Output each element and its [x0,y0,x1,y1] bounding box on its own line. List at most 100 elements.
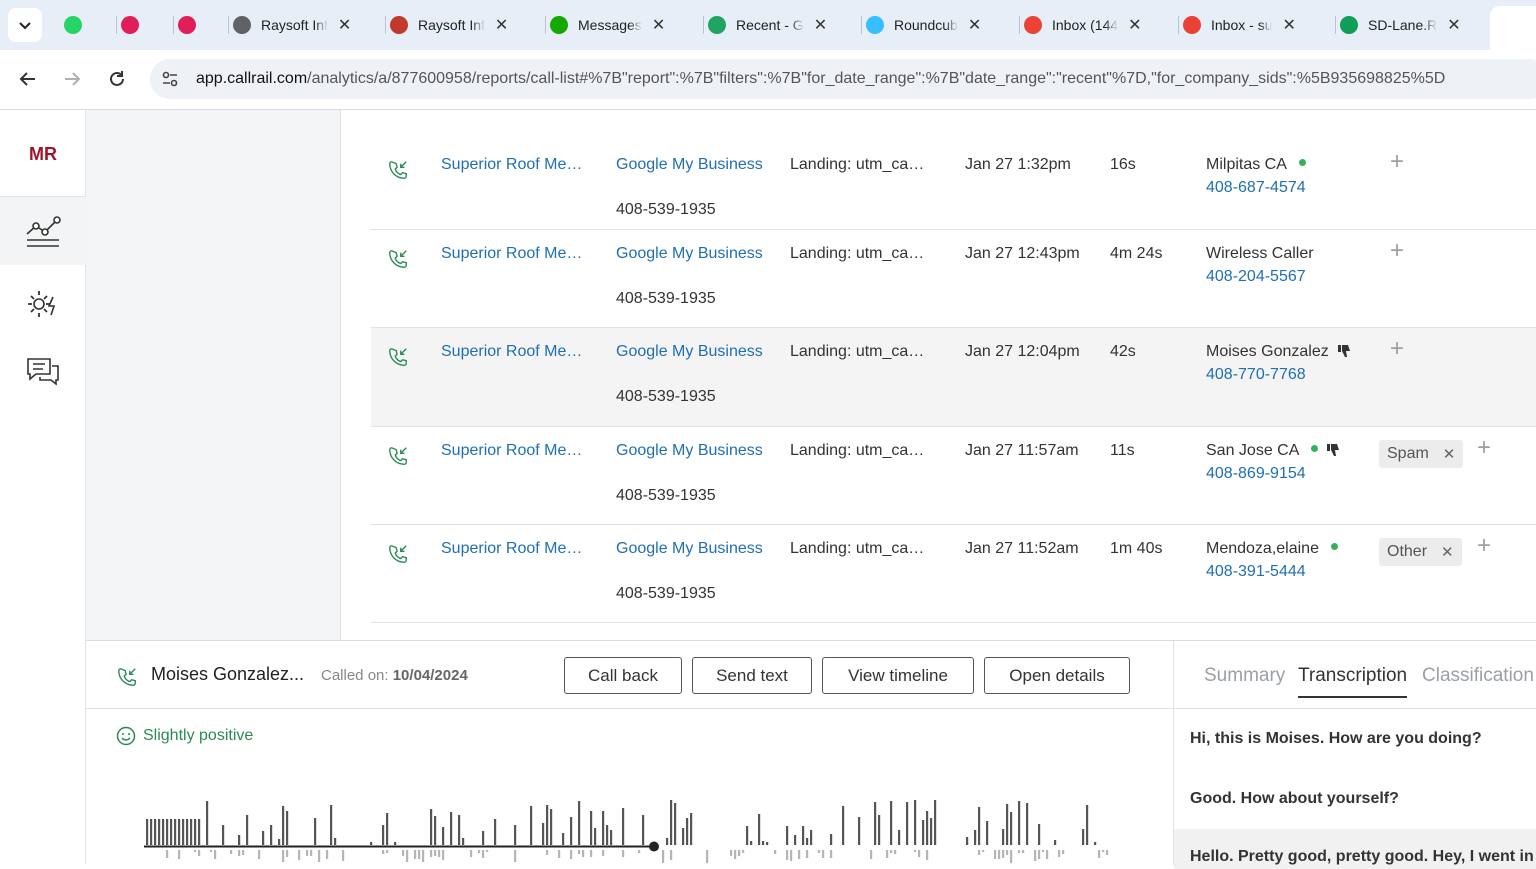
playhead-handle[interactable] [649,841,659,852]
browser-tab[interactable]: Inbox - su ✕ [1183,8,1296,42]
raysoft-icon [390,16,408,34]
browser-tab[interactable]: Recent - G ✕ [708,8,827,42]
add-tag-button[interactable]: + [1477,434,1491,462]
tab-separator [545,16,546,34]
google-sheets-icon [1340,16,1358,34]
account-initials[interactable]: MR [0,144,86,165]
nav-conversations[interactable] [0,338,86,406]
waveform-bar [758,814,761,845]
close-tab-icon[interactable]: ✕ [495,15,508,35]
call-tag[interactable]: Spam ✕ [1379,440,1464,468]
reload-button[interactable] [102,64,132,94]
remove-tag-icon[interactable]: ✕ [1441,543,1454,561]
caller-name: Moises Gonzalez [1206,343,1329,360]
source-link[interactable]: Google My Business [616,343,763,361]
browser-tab[interactable]: Raysoft Inf ✕ [390,8,508,42]
view-timeline-button[interactable]: View timeline [822,657,974,694]
tab-separator [861,16,862,34]
waveform-bar [890,850,893,853]
caller-phone-link[interactable]: 408-770-7768 [1206,366,1306,384]
browser-tab[interactable] [64,8,92,42]
browser-tab[interactable]: Raysoft Inf ✕ [233,8,351,42]
add-tag-button[interactable]: + [1477,532,1491,560]
waveform-bar [590,811,593,845]
nav-settings[interactable] [0,270,86,338]
site-info-icon[interactable] [160,69,180,89]
close-tab-icon[interactable]: ✕ [968,15,981,35]
forward-button[interactable] [57,64,87,94]
source-link[interactable]: Google My Business [616,156,763,174]
close-tab-icon[interactable]: ✕ [814,15,827,35]
back-button[interactable] [13,64,43,94]
browser-tab[interactable] [178,8,206,42]
table-row[interactable]: Superior Roof Me… Google My Business 408-5… [371,230,1536,328]
waveform-bar [422,850,425,862]
browser-tab[interactable] [121,8,149,42]
nav-analytics[interactable] [0,197,86,265]
waveform-bar [282,806,285,845]
address-bar[interactable]: app.callrail.com/analytics/a/877600958/r… [150,59,1536,99]
open-details-button[interactable]: Open details [984,657,1130,694]
table-row[interactable]: Superior Roof Me… Google My Business 408-5… [371,525,1536,623]
table-row[interactable]: Superior Roof Me… Google My Business 408-5… [371,427,1536,525]
waveform-bar [570,850,573,859]
close-tab-icon[interactable]: ✕ [1128,15,1141,35]
caller-phone-link[interactable]: 408-391-5444 [1206,563,1306,581]
caller-phone-link[interactable]: 408-687-4574 [1206,179,1306,197]
company-link[interactable]: Superior Roof Me… [441,540,582,558]
source-link[interactable]: Google My Business [616,245,763,263]
waveform-bar [578,801,581,845]
call-tag[interactable]: Other ✕ [1379,538,1462,566]
waveform-bar [382,825,385,845]
filter-panel [86,110,341,640]
call-audio-waveform[interactable] [144,781,1114,865]
close-tab-icon[interactable]: ✕ [652,15,665,35]
waveform-bar [810,830,813,845]
browser-tab[interactable]: Inbox (144 ✕ [1024,8,1142,42]
tag-label: Other [1387,543,1428,560]
called-on: Called on: 10/04/2024 [321,667,468,684]
company-link[interactable]: Superior Roof Me… [441,156,582,174]
close-tab-icon[interactable]: ✕ [338,15,351,35]
waveform-bar [546,805,549,845]
table-row[interactable]: Superior Roof Me… Google My Business 408-5… [371,328,1536,427]
browser-tab[interactable]: SD-Lane.R ✕ [1340,8,1461,42]
waveform-bar [890,801,893,845]
caller-info: Wireless Caller [1206,245,1314,263]
close-tab-icon[interactable]: ✕ [1447,15,1460,35]
call-duration: 42s [1110,343,1136,360]
company-link[interactable]: Superior Roof Me… [441,343,582,361]
browser-tab[interactable]: Roundcub ✕ [866,8,981,42]
source-link[interactable]: Google My Business [616,442,763,460]
tab-title: Recent - G [736,17,804,33]
add-tag-button[interactable]: + [1390,335,1404,363]
slack-icon [121,16,139,34]
company-link[interactable]: Superior Roof Me… [441,245,582,263]
call-duration: 11s [1110,442,1135,459]
remove-tag-icon[interactable]: ✕ [1443,445,1456,463]
tab-summary[interactable]: Summary [1204,665,1285,687]
company-link[interactable]: Superior Roof Me… [441,442,582,460]
send-text-button[interactable]: Send text [692,657,812,694]
call-back-button[interactable]: Call back [564,657,682,694]
caller-phone-link[interactable]: 408-869-9154 [1206,465,1306,483]
active-tab[interactable] [1490,6,1536,50]
waveform-bar [514,850,517,862]
waveform-bar [746,826,749,845]
tab-transcription[interactable]: Transcription [1298,665,1408,698]
tab-classification[interactable]: Classification [1422,665,1534,687]
waveform-bar [806,850,809,858]
source-link[interactable]: Google My Business [616,540,763,558]
waveform-bar [262,831,265,845]
sentiment-label: Slightly positive [143,727,254,744]
caller-phone-link[interactable]: 408-204-5567 [1206,268,1306,286]
transcript-line: Hello. Pretty good, pretty good. Hey, I … [1174,829,1536,869]
add-tag-button[interactable]: + [1390,148,1404,176]
close-tab-icon[interactable]: ✕ [1282,15,1295,35]
tab-search-button[interactable] [8,8,42,42]
waveform-bar [670,800,673,845]
waveform-bar [766,842,769,845]
browser-tab[interactable]: Messages ✕ [550,8,665,42]
table-row[interactable]: Superior Roof Me… Google My Business 408-5… [371,120,1536,230]
add-tag-button[interactable]: + [1390,237,1404,265]
